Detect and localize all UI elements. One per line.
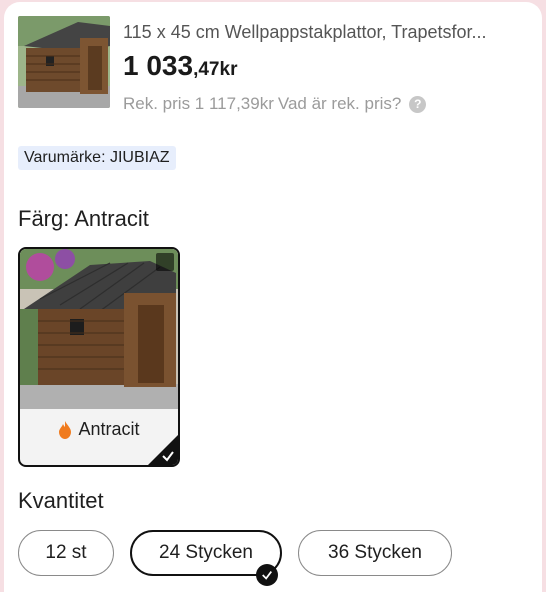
quantity-option-24[interactable]: 24 Stycken — [130, 530, 282, 586]
selected-check-icon — [256, 564, 278, 586]
quantity-heading: Kvantitet — [18, 488, 104, 513]
product-price: 1 033,47kr — [123, 50, 237, 82]
product-thumbnail — [18, 16, 110, 108]
rek-price-label: Rek. pris 1 117,39kr — [123, 94, 274, 113]
shed-color-image — [20, 249, 178, 409]
color-option-antracit[interactable]: Antracit — [18, 247, 180, 467]
color-option-image — [20, 249, 178, 409]
product-title[interactable]: 115 x 45 cm Wellpappstakplattor, Trapets… — [123, 22, 528, 43]
brand-tag[interactable]: Varumärke: JIUBIAZ — [18, 146, 176, 170]
product-header: 115 x 45 cm Wellpappstakplattor, Trapets… — [18, 16, 538, 116]
product-option-sheet: 115 x 45 cm Wellpappstakplattor, Trapets… — [4, 2, 542, 592]
rek-help-link[interactable]: Vad är rek. pris? — [278, 94, 401, 114]
quantity-option-label: 12 st — [45, 542, 87, 563]
quantity-option-label: 36 Stycken — [328, 542, 422, 563]
quantity-option-12[interactable]: 12 st — [18, 530, 114, 576]
price-currency: kr — [219, 59, 238, 80]
quantity-option-label: 24 Stycken — [159, 542, 253, 563]
expand-icon[interactable] — [156, 253, 174, 271]
price-integer: 1 033 — [123, 50, 194, 81]
price-decimal: ,47 — [193, 59, 220, 80]
color-heading: Färg: Antracit — [18, 206, 149, 231]
fire-icon — [59, 420, 72, 439]
shed-thumbnail-image — [18, 16, 110, 108]
color-option-text: Antracit — [78, 419, 140, 439]
checkmark-icon — [162, 451, 174, 462]
question-circle-icon[interactable]: ? — [409, 95, 427, 113]
recommended-price: Rek. pris 1 117,39kr Vad är rek. pris? ? — [123, 94, 427, 114]
quantity-option-36[interactable]: 36 Stycken — [298, 530, 452, 576]
